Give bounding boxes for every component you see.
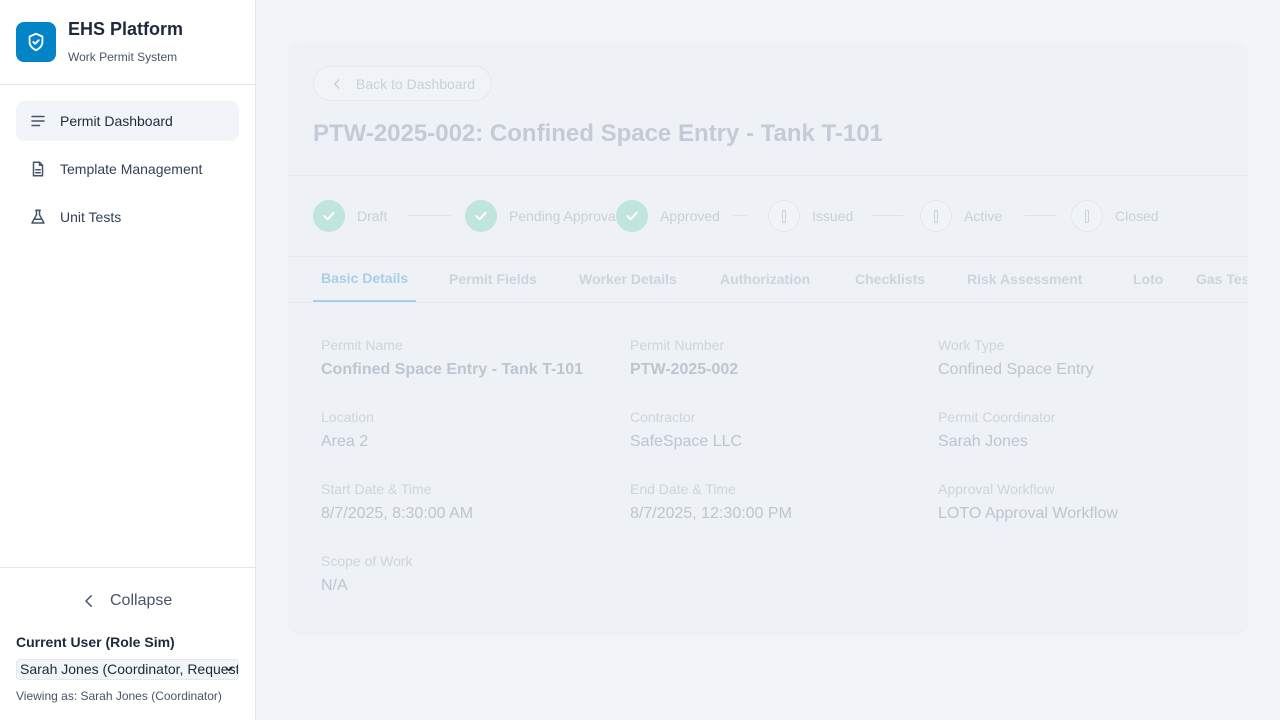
- step-label: Active: [964, 208, 1003, 224]
- field-label: Permit Number: [630, 337, 725, 353]
- brand-header: EHS Platform Work Permit System: [0, 0, 255, 85]
- step-connector: [871, 215, 903, 216]
- field-label: Approval Workflow: [938, 481, 1055, 497]
- flask-icon: [28, 207, 48, 227]
- back-to-dashboard-button[interactable]: Back to Dashboard: [313, 66, 493, 101]
- list-icon: [28, 111, 48, 131]
- field-value: Confined Space Entry - Tank T-101: [321, 361, 583, 378]
- detail-scope-of-work: Scope of Work N/A: [321, 553, 413, 595]
- shield-check-icon: [16, 22, 56, 62]
- status-stepper: Draft Pending Approval Approved Issued A…: [313, 200, 1223, 232]
- field-value: PTW-2025-002: [630, 361, 739, 378]
- step-active: Active: [920, 200, 1002, 232]
- field-label: Permit Name: [321, 337, 403, 353]
- check-icon: [465, 200, 497, 232]
- tab-risk-assessment[interactable]: Risk Assessment: [959, 256, 1090, 302]
- chevron-down-icon: [223, 662, 235, 679]
- step-draft: Draft: [313, 200, 387, 232]
- role-select[interactable]: Sarah Jones (Coordinator, Requester): [16, 659, 239, 680]
- pending-icon: [768, 200, 800, 232]
- sidebar-item-label: Template Management: [60, 161, 203, 177]
- field-value: 8/7/2025, 12:30:00 PM: [630, 505, 792, 522]
- back-label: Back to Dashboard: [356, 75, 476, 92]
- divider: [289, 175, 1247, 176]
- divider: [289, 302, 1247, 303]
- step-connector: [1025, 215, 1057, 216]
- step-label: Approved: [660, 208, 720, 224]
- step-pending-approval: Pending Approval: [465, 200, 616, 232]
- viewing-as-text: Viewing as: Sarah Jones (Coordinator): [16, 689, 222, 703]
- sidebar-item-label: Unit Tests: [60, 209, 122, 225]
- tab-gas-tests[interactable]: Gas Tests: [1188, 256, 1247, 302]
- sidebar-footer: Collapse Current User (Role Sim) Sarah J…: [0, 567, 255, 720]
- detail-approval-workflow: Approval Workflow LOTO Approval Workflow: [938, 481, 1118, 523]
- field-value: SafeSpace LLC: [630, 433, 743, 450]
- step-issued: Issued: [768, 200, 853, 232]
- chevron-left-icon: [80, 592, 98, 610]
- detail-start-datetime: Start Date & Time 8/7/2025, 8:30:00 AM: [321, 481, 473, 523]
- step-label: Pending Approval: [509, 208, 616, 224]
- field-value: N/A: [321, 577, 348, 594]
- tab-authorization[interactable]: Authorization: [712, 256, 818, 302]
- field-label: Work Type: [938, 337, 1005, 353]
- field-label: Scope of Work: [321, 553, 413, 569]
- field-value: Sarah Jones: [938, 433, 1028, 450]
- role-select-value: Sarah Jones (Coordinator, Requester): [20, 661, 239, 677]
- detail-work-type: Work Type Confined Space Entry: [938, 337, 1094, 379]
- step-label: Closed: [1115, 208, 1159, 224]
- sidebar-item-template-management[interactable]: Template Management: [16, 149, 239, 189]
- detail-contractor: Contractor SafeSpace LLC: [630, 409, 742, 451]
- permit-detail-card: Back to Dashboard PTW-2025-002: Confined…: [289, 42, 1247, 632]
- field-label: Location: [321, 409, 374, 425]
- sidebar-item-unit-tests[interactable]: Unit Tests: [16, 197, 239, 237]
- field-value: Confined Space Entry: [938, 361, 1094, 378]
- field-label: End Date & Time: [630, 481, 736, 497]
- collapse-button[interactable]: Collapse: [80, 592, 172, 610]
- permit-tabs: Basic Details Permit Fields Worker Detai…: [313, 256, 1247, 302]
- check-icon: [616, 200, 648, 232]
- tab-basic-details[interactable]: Basic Details: [313, 256, 417, 302]
- step-connector: [407, 215, 451, 216]
- detail-coordinator: Permit Coordinator Sarah Jones: [938, 409, 1056, 451]
- field-value: LOTO Approval Workflow: [938, 505, 1118, 522]
- field-label: Start Date & Time: [321, 481, 432, 497]
- page-title: PTW-2025-002: Confined Space Entry - Tan…: [313, 120, 883, 147]
- pending-icon: [920, 200, 952, 232]
- document-icon: [28, 159, 48, 179]
- chevron-left-icon: [330, 77, 344, 91]
- pending-icon: [1071, 200, 1103, 232]
- field-label: Permit Coordinator: [938, 409, 1056, 425]
- field-value: 8/7/2025, 8:30:00 AM: [321, 505, 474, 522]
- step-approved: Approved: [616, 200, 720, 232]
- field-value: Area 2: [321, 433, 369, 450]
- field-label: Contractor: [630, 409, 696, 425]
- step-label: Issued: [812, 208, 854, 224]
- collapse-label: Collapse: [110, 592, 173, 609]
- detail-location: Location Area 2: [321, 409, 374, 451]
- brand-title: EHS Platform: [68, 19, 184, 39]
- step-label: Draft: [357, 208, 388, 224]
- sidebar: EHS Platform Work Permit System Permit D…: [0, 0, 256, 720]
- step-closed: Closed: [1071, 200, 1159, 232]
- step-connector: [733, 215, 747, 216]
- detail-permit-number: Permit Number PTW-2025-002: [630, 337, 738, 379]
- tab-permit-fields[interactable]: Permit Fields: [441, 256, 545, 302]
- tab-loto[interactable]: Loto: [1125, 256, 1171, 302]
- role-sim-label: Current User (Role Sim): [16, 634, 175, 650]
- detail-permit-name: Permit Name Confined Space Entry - Tank …: [321, 337, 583, 379]
- sidebar-nav: Permit Dashboard Template Management Uni…: [16, 101, 239, 245]
- sidebar-item-label: Permit Dashboard: [60, 113, 173, 129]
- check-icon: [313, 200, 345, 232]
- tab-checklists[interactable]: Checklists: [847, 256, 933, 302]
- tab-worker-details[interactable]: Worker Details: [571, 256, 685, 302]
- brand-subtitle: Work Permit System: [68, 50, 178, 64]
- sidebar-item-permit-dashboard[interactable]: Permit Dashboard: [16, 101, 239, 141]
- detail-end-datetime: End Date & Time 8/7/2025, 12:30:00 PM: [630, 481, 792, 523]
